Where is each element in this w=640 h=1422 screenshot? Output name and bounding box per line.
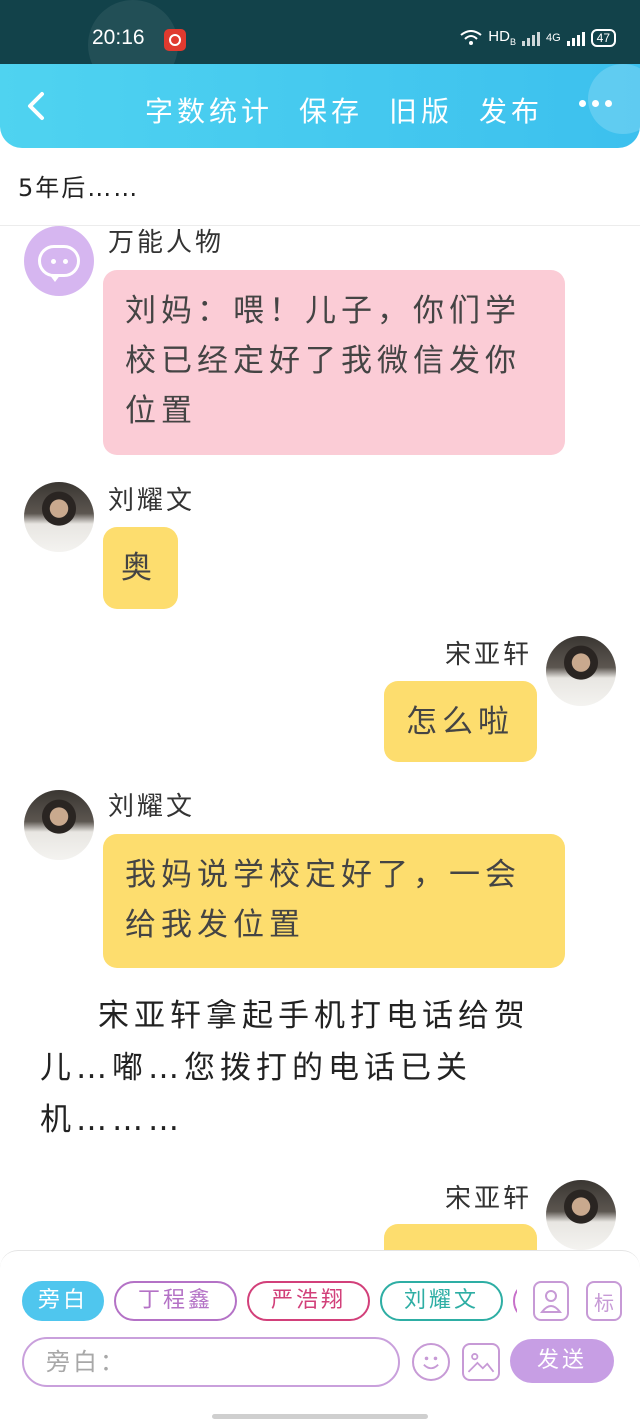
sender-name: 刘耀文: [108, 792, 196, 822]
old-version-button[interactable]: 旧版: [389, 90, 453, 130]
tag-button[interactable]: 标: [586, 1281, 622, 1321]
role-chip-partial[interactable]: [513, 1281, 517, 1321]
avatar[interactable]: [24, 226, 94, 296]
back-arrow-icon[interactable]: [18, 84, 58, 128]
role-chip[interactable]: 严浩翔: [247, 1281, 371, 1321]
signal-label: 4G: [545, 31, 561, 44]
input-panel: 旁白丁程鑫严浩翔刘耀文 标 发送: [0, 1250, 640, 1422]
sender-name: 宋亚轩: [445, 640, 533, 670]
narration-text[interactable]: 宋亚轩拿起手机打电话给贺儿…嘟…您拨打的电话已关机………: [40, 990, 560, 1146]
publish-button[interactable]: 发布: [479, 90, 543, 130]
status-bar: 20:16 HDB 4G 47: [0, 0, 640, 90]
avatar[interactable]: [24, 790, 94, 860]
wifi-icon: [460, 29, 482, 45]
message-bubble[interactable]: 奥: [103, 527, 178, 609]
sender-name: 刘耀文: [108, 486, 196, 516]
status-indicators: HDB 4G 47: [460, 28, 616, 47]
role-chip[interactable]: 刘耀文: [380, 1281, 504, 1321]
chat-bubble-icon: [38, 245, 80, 282]
message-bubble[interactable]: 怎么啦: [384, 681, 537, 762]
chapter-subtitle: 5年后……: [18, 174, 140, 202]
avatar[interactable]: [546, 1180, 616, 1250]
image-icon[interactable]: [462, 1343, 500, 1381]
home-indicator: [212, 1414, 428, 1419]
message-bubble[interactable]: 我妈说学校定好了，一会给我发位置: [103, 834, 565, 968]
signal-icon: [521, 30, 540, 46]
message-input[interactable]: [22, 1337, 400, 1387]
role-chip-narrator[interactable]: 旁白: [22, 1281, 105, 1321]
word-count-button[interactable]: 字数统计: [145, 90, 273, 130]
status-time: 20:16: [92, 26, 145, 49]
network-type-label: HDB: [488, 28, 516, 47]
more-options-icon[interactable]: [579, 100, 612, 107]
role-selector: 旁白 丁程鑫 严浩翔 刘耀文: [22, 1281, 517, 1321]
divider: [0, 225, 640, 226]
role-chip[interactable]: 丁程鑫: [114, 1281, 238, 1321]
avatar[interactable]: [24, 482, 94, 552]
header-actions: 字数统计 保存 旧版 发布: [145, 90, 543, 130]
message-bubble[interactable]: 刘妈：喂！儿子，你们学校已经定好了我微信发你位置: [103, 270, 565, 455]
emoji-icon[interactable]: [412, 1343, 450, 1381]
signal-icon-2: [566, 30, 585, 46]
avatar[interactable]: [546, 636, 616, 706]
sender-name: 宋亚轩: [445, 1184, 533, 1214]
save-button[interactable]: 保存: [299, 90, 363, 130]
decorative-bubble: [588, 64, 640, 134]
music-app-icon: [164, 29, 186, 51]
character-manage-icon[interactable]: [533, 1281, 569, 1321]
battery-icon: 47: [590, 28, 616, 47]
editor-header: 字数统计 保存 旧版 发布: [0, 64, 640, 148]
send-button[interactable]: 发送: [510, 1339, 614, 1383]
sender-name: 万能人物: [108, 228, 225, 258]
